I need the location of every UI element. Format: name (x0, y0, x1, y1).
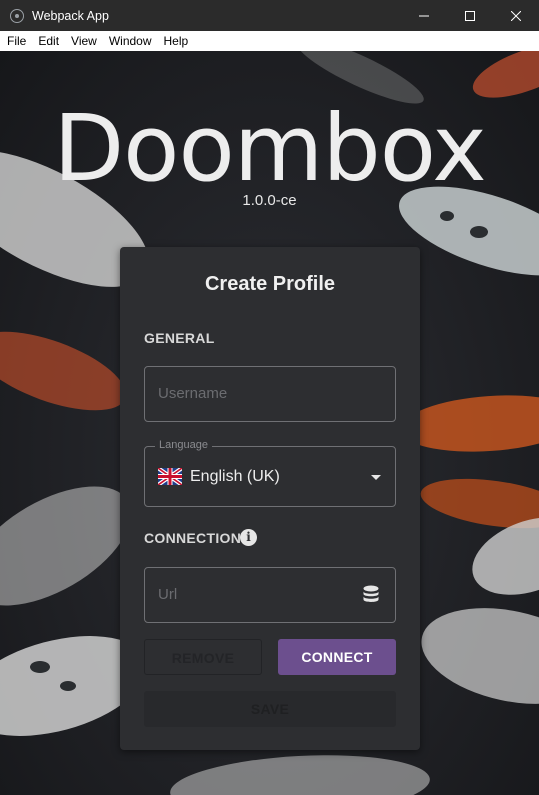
url-placeholder: Url (158, 586, 178, 603)
language-value: English (UK) (190, 468, 280, 485)
minimize-button[interactable] (401, 0, 447, 31)
info-icon[interactable]: i (240, 529, 257, 546)
chevron-down-icon (371, 475, 381, 480)
maximize-icon (465, 10, 475, 21)
database-icon (363, 585, 379, 602)
menu-window[interactable]: Window (103, 34, 158, 48)
connect-button[interactable]: CONNECT (278, 639, 396, 675)
language-select[interactable]: Language English (UK) (144, 439, 396, 507)
username-input[interactable]: Username (144, 366, 396, 422)
menu-file[interactable]: File (0, 34, 32, 48)
menu-bar: File Edit View Window Help (0, 31, 539, 51)
window-controls (401, 0, 539, 31)
close-button[interactable] (493, 0, 539, 31)
uk-flag-icon (158, 468, 182, 485)
app-version: 1.0.0-ce (242, 192, 297, 209)
username-placeholder: Username (158, 385, 228, 402)
url-input[interactable]: Url (144, 567, 396, 623)
minimize-icon (419, 15, 429, 16)
menu-view[interactable]: View (65, 34, 103, 48)
connection-section-label: CONNECTION (144, 530, 242, 546)
koi-background-image: Doombox 1.0.0-ce Create Profile GENERAL … (0, 51, 539, 795)
general-section-label: GENERAL (144, 330, 215, 346)
app-icon (10, 8, 24, 23)
language-legend: Language (155, 439, 212, 451)
maximize-button[interactable] (447, 0, 493, 31)
close-icon (511, 10, 521, 21)
menu-help[interactable]: Help (158, 34, 195, 48)
window-title: Webpack App (32, 8, 109, 23)
save-button[interactable]: SAVE (144, 691, 396, 727)
card-title: Create Profile (204, 273, 336, 295)
remove-button[interactable]: REMOVE (144, 639, 262, 675)
create-profile-card: Create Profile GENERAL Username Language… (120, 247, 420, 750)
title-bar: Webpack App (0, 0, 539, 31)
menu-edit[interactable]: Edit (32, 34, 65, 48)
app-logo-title: Doombox (53, 95, 486, 202)
